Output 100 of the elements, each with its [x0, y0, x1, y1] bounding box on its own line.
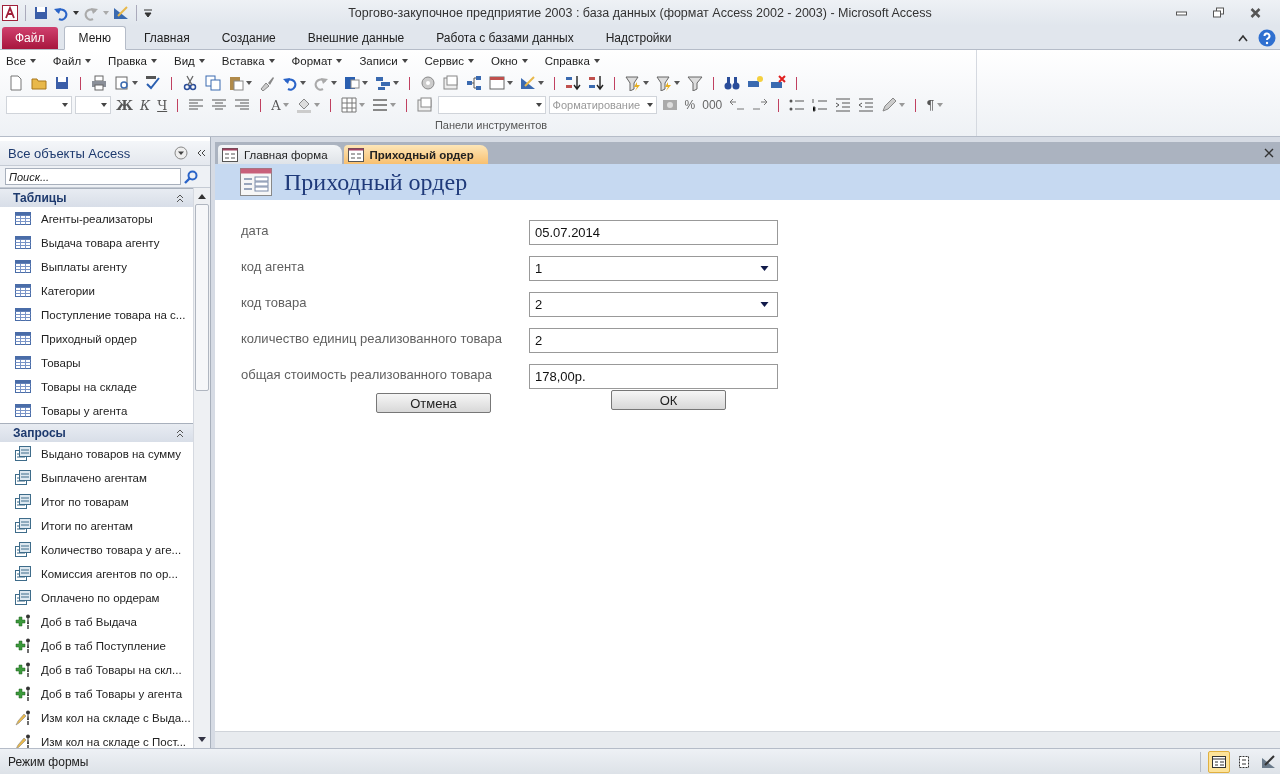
relations-icon[interactable]	[464, 73, 484, 93]
nav-item[interactable]: Оплачено по ордерам	[41, 592, 160, 604]
undo-icon[interactable]	[53, 5, 69, 21]
preview-icon[interactable]	[114, 75, 130, 91]
ribbon-tab[interactable]: Создание	[207, 27, 290, 49]
paste-icon[interactable]	[228, 75, 244, 91]
nav-item[interactable]: Поступление товара на с...	[41, 309, 186, 321]
nav-item[interactable]: Агенты-реализаторы	[41, 213, 153, 225]
search-icon[interactable]	[184, 169, 198, 184]
caret-icon[interactable]	[132, 81, 138, 85]
menu-item[interactable]: Вид	[173, 55, 205, 67]
group-header[interactable]: Таблицы	[0, 188, 193, 207]
analyze-icon[interactable]	[375, 75, 391, 91]
pencil-icon[interactable]	[881, 97, 898, 113]
props-icon[interactable]	[441, 73, 461, 93]
close-icon[interactable]	[1249, 7, 1262, 19]
filter-icon[interactable]	[685, 73, 705, 93]
caret-icon[interactable]	[331, 81, 337, 85]
menu-item[interactable]: Окно	[490, 55, 528, 67]
scroll-up-icon[interactable]	[197, 193, 207, 201]
collapse-ribbon-icon[interactable]	[1238, 34, 1248, 42]
nav-item[interactable]: Товары	[41, 357, 81, 369]
nav-item[interactable]: Товары у агента	[41, 405, 128, 417]
ribbon-tab[interactable]: Надстройки	[591, 27, 686, 49]
form-button[interactable]: ОК	[611, 390, 726, 410]
form-button[interactable]: Отмена	[376, 393, 491, 413]
caret-icon[interactable]	[538, 81, 544, 85]
scroll-down-icon[interactable]	[197, 735, 207, 743]
menu-item[interactable]: Формат	[291, 55, 343, 67]
nav-item[interactable]: Приходный ордер	[41, 333, 137, 345]
nav-item[interactable]: Изм кол на складе с Выда...	[41, 712, 191, 724]
restore-icon[interactable]	[1212, 7, 1225, 19]
menu-item[interactable]: Все	[6, 55, 36, 67]
nav-item[interactable]: Выплачено агентам	[41, 472, 147, 484]
menu-item[interactable]: Вставка	[221, 55, 275, 67]
bold-button[interactable]: Ж	[114, 95, 136, 115]
text-field[interactable]: 2	[529, 328, 778, 353]
collapse-pane-icon[interactable]	[196, 149, 206, 157]
menu-item[interactable]: Правка	[108, 55, 157, 67]
nav-item[interactable]: Товары на складе	[41, 381, 137, 393]
window-icon[interactable]	[489, 75, 505, 91]
lines-icon[interactable]	[371, 97, 388, 113]
ribbon-tab[interactable]: Меню	[63, 26, 126, 50]
scrollbar[interactable]	[193, 188, 210, 748]
paragraph-button[interactable]: ¶	[924, 95, 945, 115]
caret-icon[interactable]	[643, 81, 649, 85]
nav-item[interactable]: Доб в таб Товары на скл...	[41, 664, 182, 676]
group-header[interactable]: Запросы	[0, 423, 193, 442]
nav-item[interactable]: Комиссия агентов по ор...	[41, 568, 178, 580]
caret-icon[interactable]	[507, 81, 513, 85]
text-field[interactable]: 05.07.2014	[529, 220, 778, 245]
menu-item[interactable]: Записи	[359, 55, 408, 67]
caret-icon[interactable]	[362, 81, 368, 85]
nav-item[interactable]: Итоги по агентам	[41, 520, 133, 532]
ruler-icon[interactable]	[520, 75, 536, 91]
word-icon[interactable]	[344, 75, 360, 91]
bucket-icon[interactable]	[295, 97, 312, 113]
file-tab[interactable]: Файл	[2, 27, 58, 49]
underline-button[interactable]: Ч	[155, 95, 170, 115]
combo-box[interactable]: 1	[529, 256, 778, 281]
document-tab[interactable]: Приходный ордер	[343, 145, 488, 164]
search-field[interactable]: Поиск...	[5, 168, 181, 185]
menu-item[interactable]: Сервис	[424, 55, 474, 67]
form-view-button[interactable]	[1208, 750, 1230, 773]
nav-item[interactable]: Категории	[41, 285, 95, 297]
nav-item[interactable]: Выдано товаров на сумму	[41, 448, 181, 460]
menu-item[interactable]: Файл	[52, 55, 92, 67]
dropdown-icon[interactable]	[174, 146, 188, 160]
nav-item[interactable]: Доб в таб Выдача	[41, 616, 137, 628]
view-switch-icon[interactable]	[113, 5, 129, 21]
document-tab[interactable]: Главная форма	[218, 145, 342, 164]
undo-icon[interactable]	[282, 75, 298, 91]
italic-button[interactable]: К	[138, 95, 153, 115]
thousands-button[interactable]: 000	[700, 95, 725, 115]
copy-icon[interactable]	[203, 73, 223, 93]
ribbon-tab[interactable]: Внешние данные	[293, 27, 419, 49]
customize-icon[interactable]	[144, 9, 152, 17]
caret-icon[interactable]	[73, 11, 79, 15]
combo-box[interactable]: 2	[529, 292, 778, 317]
nav-item[interactable]: Количество товара у аге...	[41, 544, 182, 556]
printer-icon[interactable]	[89, 73, 109, 93]
close-icon[interactable]	[1264, 148, 1274, 158]
menu-item[interactable]: Справка	[544, 55, 600, 67]
caret-icon[interactable]	[300, 81, 306, 85]
nav-item[interactable]: Выдача товара агенту	[41, 237, 160, 249]
caret-icon[interactable]	[393, 81, 399, 85]
ribbon-tab[interactable]: Главная	[129, 27, 204, 49]
text-field[interactable]: 178,00р.	[529, 364, 778, 389]
nav-item[interactable]: Изм кол на складе с Пост...	[41, 736, 187, 748]
help-icon[interactable]	[1258, 29, 1276, 47]
percent-button[interactable]: %	[682, 95, 698, 115]
ribbon-tab[interactable]: Работа с базами данных	[422, 27, 588, 49]
caret-icon[interactable]	[246, 81, 252, 85]
save-icon[interactable]	[33, 5, 49, 21]
nav-item[interactable]: Итог по товарам	[41, 496, 129, 508]
nav-item[interactable]: Доб в таб Товары у агента	[41, 688, 183, 700]
filterq-icon[interactable]	[656, 75, 672, 91]
font-color-button[interactable]: A	[269, 95, 291, 115]
grid-icon[interactable]	[340, 97, 357, 113]
filterq-icon[interactable]	[625, 75, 641, 91]
